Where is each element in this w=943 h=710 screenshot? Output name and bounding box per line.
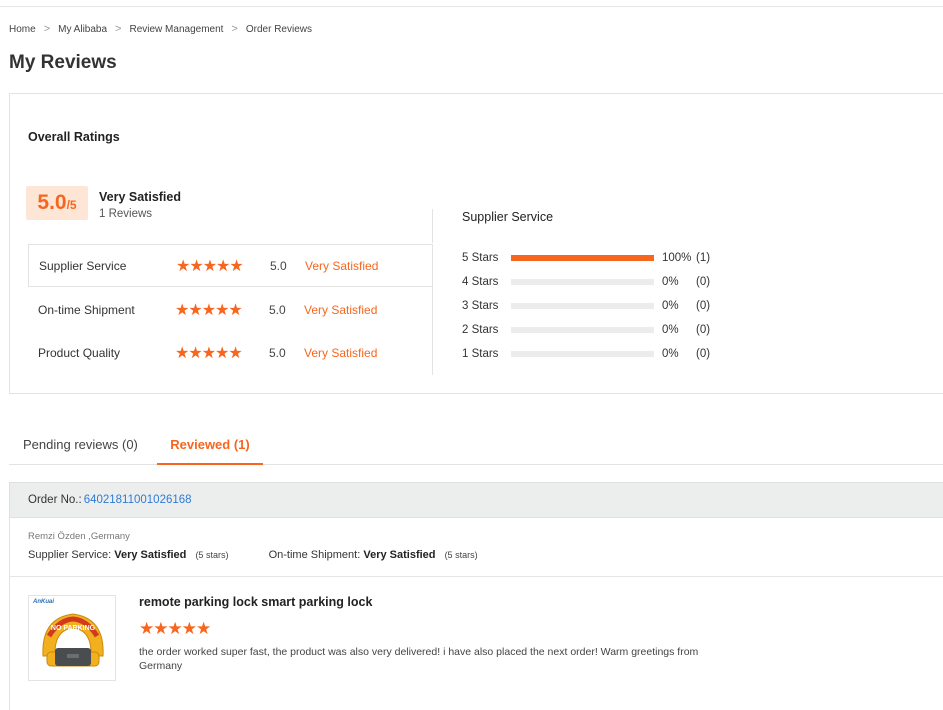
rating-name: On-time Shipment [38, 302, 135, 317]
overall-score: 5.0 [37, 191, 67, 214]
rating-name: Product Quality [38, 345, 121, 360]
supplier-service-value: Very Satisfied [114, 549, 187, 561]
distribution-row-4: 4 Stars 0% (0) [462, 274, 710, 290]
review-tabs: Pending reviews (0) Reviewed (1) [9, 425, 943, 465]
breadcrumb-my-alibaba[interactable]: My Alibaba [58, 24, 107, 35]
distribution-percent: 0% [662, 324, 679, 336]
order-number-link[interactable]: 64021811001026168 [84, 494, 192, 506]
distribution-bar-fill [511, 255, 654, 261]
reviews-count: 1 Reviews [99, 208, 153, 220]
breadcrumb-review-management[interactable]: Review Management [129, 24, 223, 35]
supplier-service-title: Supplier Service [462, 210, 554, 224]
distribution-label: 5 Stars [462, 252, 499, 264]
distribution-percent: 0% [662, 348, 679, 360]
order-number-label: Order No.: [28, 494, 82, 506]
star-rating-icon: ★★★★★ [176, 257, 244, 275]
breadcrumb-home[interactable]: Home [9, 24, 36, 35]
rating-label: Very Satisfied [304, 345, 378, 360]
rating-label: Very Satisfied [304, 302, 378, 317]
rating-label: Very Satisfied [305, 258, 379, 273]
distribution-count: (1) [696, 252, 711, 264]
breadcrumb-order-reviews: Order Reviews [245, 23, 312, 35]
shipment-value: Very Satisfied [363, 549, 436, 561]
distribution-label: 2 Stars [462, 324, 499, 336]
distribution-bar [511, 351, 654, 357]
rating-row-supplier-service: Supplier Service ★★★★★ 5.0 Very Satisfie… [28, 244, 433, 287]
distribution-bar [511, 255, 654, 261]
supplier-service-label: Supplier Service: [28, 549, 112, 561]
parking-lock-image: NO PARKING [42, 613, 104, 667]
distribution-bar [511, 279, 654, 285]
breadcrumb-separator: > [115, 23, 122, 35]
distribution-percent: 0% [662, 300, 679, 312]
shipment-label: On-time Shipment: [268, 549, 361, 561]
product-title[interactable]: remote parking lock smart parking lock [139, 595, 372, 609]
review-divider [10, 576, 943, 577]
distribution-row-1: 1 Stars 0% (0) [462, 346, 710, 362]
distribution-label: 4 Stars [462, 276, 499, 288]
reviewer-name: Remzi Özden ,Germany [28, 531, 130, 542]
overall-ratings-card: Overall Ratings 5.0 /5 Very Satisfied 1 … [9, 93, 943, 394]
overall-score-max: /5 [66, 198, 77, 212]
tab-pending-reviews[interactable]: Pending reviews (0) [23, 437, 138, 465]
distribution-count: (0) [696, 348, 711, 360]
product-star-rating-icon: ★★★★★ [139, 619, 211, 638]
shipment-stars: (5 stars) [444, 550, 478, 560]
order-header: Order No.: 64021811001026168 [9, 482, 943, 518]
rating-value: 5.0 [269, 302, 286, 317]
review-item: Remzi Özden ,Germany Supplier Service: V… [9, 518, 943, 710]
rating-row-on-time-shipment: On-time Shipment ★★★★★ 5.0 Very Satisfie… [28, 288, 433, 331]
rating-name: Supplier Service [39, 258, 127, 273]
rating-value: 5.0 [270, 258, 287, 273]
overall-satisfaction: Very Satisfied [99, 190, 181, 204]
rating-value: 5.0 [269, 345, 286, 360]
star-rating-icon: ★★★★★ [175, 301, 243, 319]
column-divider [432, 209, 433, 243]
breadcrumb-separator: > [43, 23, 51, 35]
overall-score-badge: 5.0 /5 [26, 186, 88, 220]
product-thumbnail[interactable]: AnKuai NO PARKING [28, 595, 116, 681]
page-title: My Reviews [9, 52, 117, 73]
distribution-count: (0) [696, 324, 711, 336]
star-rating-icon: ★★★★★ [175, 344, 243, 362]
distribution-row-2: 2 Stars 0% (0) [462, 322, 710, 338]
distribution-row-5: 5 Stars 100% (1) [462, 250, 710, 266]
distribution-bar [511, 303, 654, 309]
review-text: the order worked super fast, the product… [139, 646, 699, 672]
tab-reviewed[interactable]: Reviewed (1) [157, 437, 263, 465]
distribution-label: 1 Stars [462, 348, 499, 360]
thumbnail-brand-logo: AnKuai [33, 599, 54, 605]
review-service-summary: Supplier Service: Very Satisfied (5 star… [28, 549, 478, 561]
distribution-label: 3 Stars [462, 300, 499, 312]
thumbnail-sign-text: NO PARKING [51, 625, 96, 632]
distribution-row-3: 3 Stars 0% (0) [462, 298, 710, 314]
top-divider [0, 6, 943, 7]
distribution-bar [511, 327, 654, 333]
breadcrumb-separator: > [231, 23, 238, 35]
rating-row-product-quality: Product Quality ★★★★★ 5.0 Very Satisfied [28, 331, 433, 374]
distribution-percent: 100% [662, 252, 692, 264]
distribution-count: (0) [696, 300, 711, 312]
distribution-count: (0) [696, 276, 711, 288]
overall-ratings-title: Overall Ratings [28, 130, 120, 144]
breadcrumb: Home > My Alibaba > Review Management > … [9, 23, 312, 35]
distribution-percent: 0% [662, 276, 679, 288]
supplier-service-stars: (5 stars) [195, 550, 229, 560]
